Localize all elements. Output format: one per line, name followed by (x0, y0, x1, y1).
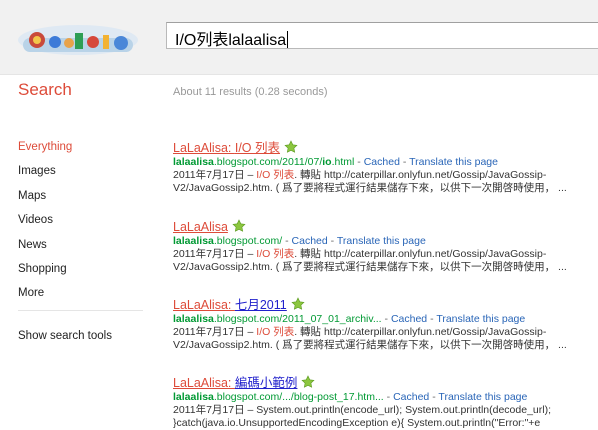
result-url: lalaalisa.blogspot.com/.../blog-post_17.… (173, 391, 528, 403)
nav-more[interactable]: More (18, 286, 72, 310)
translate-link[interactable]: Translate this page (337, 235, 426, 247)
result-url: lalaalisa.blogspot.com/ - Cached - Trans… (173, 235, 426, 247)
search-result: LaLaAlisa: 七月2011 lalaalisa.blogspot.com… (173, 297, 598, 352)
cached-link[interactable]: Cached (292, 235, 328, 247)
translate-link[interactable]: Translate this page (436, 313, 525, 325)
search-result: LaLaAlisa: 編碼小範例 lalaalisa.blogspot.com/… (173, 375, 598, 430)
translate-link[interactable]: Translate this page (409, 156, 498, 168)
result-snippet: 2011年7月17日 – I/O 列表. 轉貼 http://caterpill… (173, 326, 547, 338)
result-title-link[interactable]: LaLaAlisa: I/O 列表 (173, 140, 598, 156)
show-search-tools-link[interactable]: Show search tools (18, 330, 112, 342)
result-snippet-line2: V2/JavaGossip2.htm. ( 爲了要將程式運行結果儲存下來，以供下… (173, 261, 567, 273)
nav-videos[interactable]: Videos (18, 213, 72, 237)
search-input[interactable]: I/O列表lalaalisa (175, 26, 289, 50)
header-bar: I/O列表lalaalisa (0, 0, 598, 75)
result-url: lalaalisa.blogspot.com/2011_07_01_archiv… (173, 313, 526, 325)
result-snippet: 2011年7月17日 – System.out.println(encode_u… (173, 404, 551, 416)
nav-images[interactable]: Images (18, 164, 72, 188)
result-title-link[interactable]: LaLaAlisa (173, 219, 598, 235)
nav-everything[interactable]: Everything (18, 140, 72, 164)
star-icon[interactable] (291, 297, 305, 311)
result-snippet-line2: }catch(java.io.UnsupportedEncodingExcept… (173, 417, 541, 429)
result-title-link[interactable]: LaLaAlisa: 編碼小範例 (173, 375, 598, 391)
result-snippet-line2: V2/JavaGossip2.htm. ( 爲了要將程式運行結果儲存下來，以供下… (173, 339, 567, 351)
cached-link[interactable]: Cached (364, 156, 400, 168)
cached-link[interactable]: Cached (391, 313, 427, 325)
star-icon[interactable] (284, 140, 298, 154)
nav-shopping[interactable]: Shopping (18, 262, 72, 286)
result-url: lalaalisa.blogspot.com/2011/07/io.html -… (173, 156, 498, 168)
google-doodle-logo[interactable] (17, 22, 139, 56)
result-snippet: 2011年7月17日 – I/O 列表. 轉貼 http://caterpill… (173, 248, 547, 260)
nav-news[interactable]: News (18, 238, 72, 262)
nav-maps[interactable]: Maps (18, 189, 72, 213)
search-box[interactable]: I/O列表lalaalisa (166, 22, 598, 49)
result-snippet: 2011年7月17日 – I/O 列表. 轉貼 http://caterpill… (173, 169, 547, 181)
search-result: LaLaAlisa lalaalisa.blogspot.com/ - Cach… (173, 219, 598, 274)
result-snippet-line2: V2/JavaGossip2.htm. ( 爲了要將程式運行結果儲存下來，以供下… (173, 182, 567, 194)
result-title-link[interactable]: LaLaAlisa: 七月2011 (173, 297, 598, 313)
translate-link[interactable]: Translate this page (438, 391, 527, 403)
star-icon[interactable] (301, 375, 315, 389)
sidebar-divider (18, 310, 143, 311)
result-stats: About 11 results (0.28 seconds) (173, 86, 328, 98)
text-caret (287, 31, 289, 48)
cached-link[interactable]: Cached (393, 391, 429, 403)
search-result: LaLaAlisa: I/O 列表 lalaalisa.blogspot.com… (173, 140, 598, 195)
search-heading: Search (18, 80, 72, 99)
star-icon[interactable] (232, 219, 246, 233)
sidebar-nav: Everything Images Maps Videos News Shopp… (18, 140, 72, 311)
